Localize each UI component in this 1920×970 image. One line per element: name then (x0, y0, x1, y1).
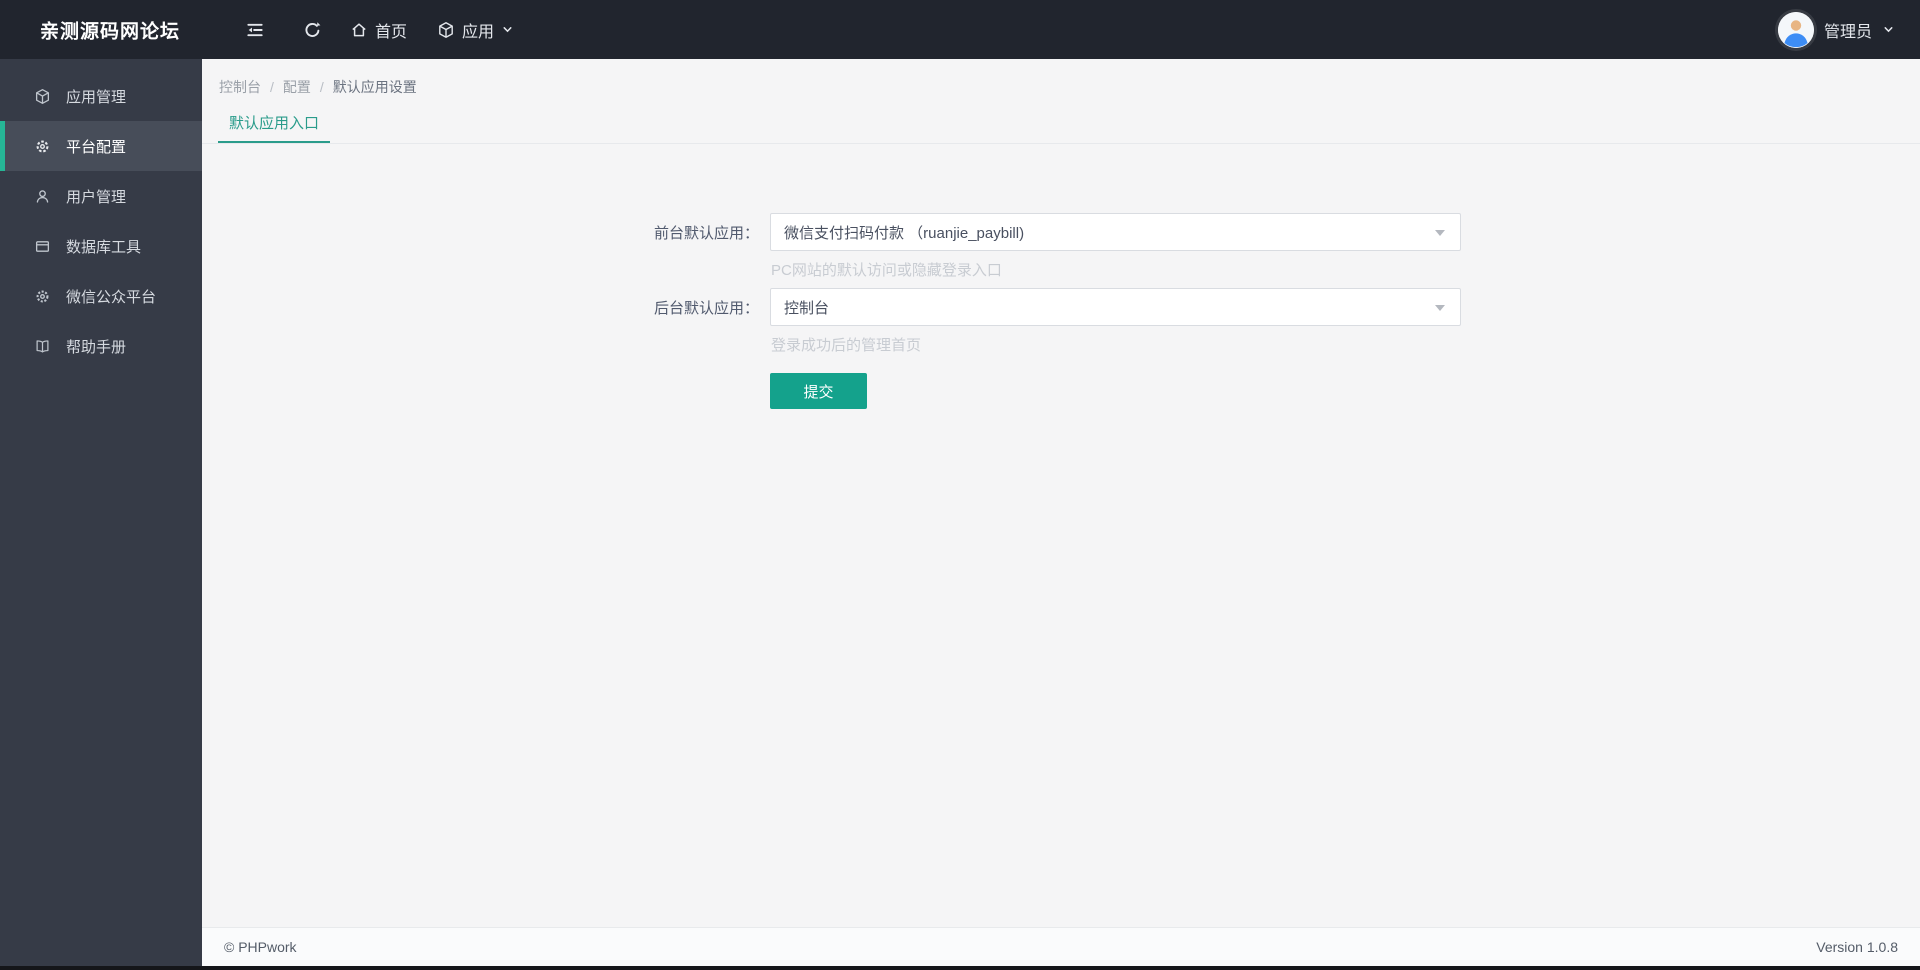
user-icon (34, 188, 51, 205)
sidebar-item-help-manual[interactable]: 帮助手册 (0, 321, 202, 371)
front-default-app-select[interactable]: 微信支付扫码付款 （ruanjie_paybill) (770, 213, 1461, 251)
front-default-app-value: 微信支付扫码付款 （ruanjie_paybill) (784, 224, 1025, 242)
sidebar-item-label: 应用管理 (66, 88, 127, 106)
settings-form: 前台默认应用： 微信支付扫码付款 （ruanjie_paybill) PC网站的… (202, 213, 1920, 409)
breadcrumb-item-current: 默认应用设置 (332, 79, 417, 95)
form-row-admin-default-app: 后台默认应用： 控制台 (202, 288, 1920, 326)
submit-button[interactable]: 提交 (770, 373, 867, 409)
user-menu[interactable]: 管理员 (1777, 11, 1895, 48)
select-caret-icon (1435, 305, 1445, 311)
nav-home[interactable]: 首页 (350, 18, 407, 42)
sidebar: 应用管理 平台配置 用户管理 数据库工具 微信公众平台 帮助手册 (0, 59, 202, 970)
admin-default-app-label: 后台默认应用： (653, 299, 759, 317)
sidebar-item-label: 平台配置 (66, 138, 127, 156)
sidebar-item-label: 用户管理 (66, 188, 127, 206)
nav-apps[interactable]: 应用 (437, 18, 514, 42)
gear-icon (34, 138, 51, 155)
select-caret-icon (1435, 230, 1445, 236)
sidebar-item-label: 帮助手册 (66, 338, 127, 356)
refresh-button[interactable] (303, 20, 322, 39)
topbar: 亲测源码网论坛 首页 应用 管理员 (0, 0, 1920, 59)
tab-default-app-entry[interactable]: 默认应用入口 (218, 112, 331, 143)
breadcrumb-item-config[interactable]: 配置 (283, 77, 311, 97)
cog-icon (34, 288, 51, 305)
main-content: 控制台 / 配置 / 默认应用设置 默认应用入口 前台默认应用： 微信支付扫码付… (202, 59, 1920, 970)
breadcrumb: 控制台 / 配置 / 默认应用设置 (219, 77, 417, 97)
sidebar-item-label: 微信公众平台 (66, 288, 157, 306)
form-row-front-default-app: 前台默认应用： 微信支付扫码付款 （ruanjie_paybill) (202, 213, 1920, 251)
window-icon (34, 238, 51, 255)
footer-version: Version 1.0.8 (1816, 939, 1898, 955)
chevron-down-icon (501, 23, 514, 36)
sidebar-item-wechat-platform[interactable]: 微信公众平台 (0, 271, 202, 321)
user-name: 管理员 (1823, 23, 1872, 41)
sidebar-item-user-management[interactable]: 用户管理 (0, 171, 202, 221)
tabs-divider (202, 143, 1920, 144)
avatar (1777, 11, 1814, 48)
home-icon (350, 21, 368, 39)
cube-icon (437, 21, 455, 39)
front-default-app-label: 前台默认应用： (653, 224, 759, 242)
admin-default-app-help: 登录成功后的管理首页 (771, 337, 922, 354)
cube-icon (34, 88, 51, 105)
sidebar-item-label: 数据库工具 (66, 238, 142, 256)
sidebar-item-app-management[interactable]: 应用管理 (0, 71, 202, 121)
sidebar-item-database-tools[interactable]: 数据库工具 (0, 221, 202, 271)
menu-fold-icon (245, 20, 265, 40)
menu-fold-button[interactable] (245, 20, 265, 40)
bottom-edge-strip (0, 966, 1920, 970)
book-icon (34, 338, 51, 355)
chevron-down-icon (1882, 23, 1895, 36)
refresh-icon (303, 20, 322, 39)
footer: © PHPwork Version 1.0.8 (202, 927, 1920, 966)
footer-copyright: © PHPwork (224, 939, 297, 955)
admin-default-app-select[interactable]: 控制台 (770, 288, 1461, 326)
breadcrumb-item-console[interactable]: 控制台 (219, 77, 261, 97)
admin-default-app-value: 控制台 (784, 299, 830, 317)
breadcrumb-separator: / (270, 79, 274, 95)
front-default-app-help: PC网站的默认访问或隐藏登录入口 (771, 262, 1002, 279)
nav-home-label: 首页 (375, 23, 408, 41)
breadcrumb-separator: / (319, 79, 324, 95)
nav-apps-label: 应用 (462, 23, 495, 41)
site-title: 亲测源码网论坛 (40, 21, 181, 42)
sidebar-item-platform-config[interactable]: 平台配置 (0, 121, 202, 171)
